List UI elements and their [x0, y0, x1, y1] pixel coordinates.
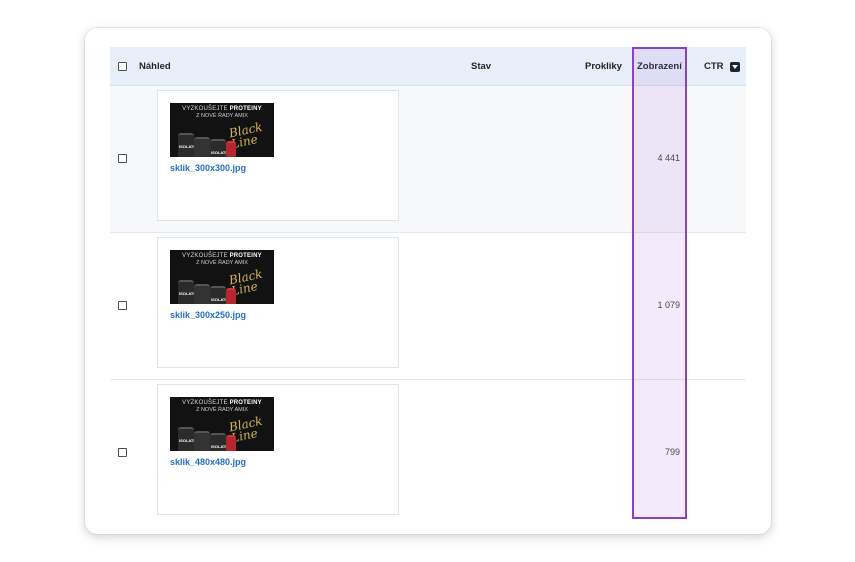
product-tub-image: ISOLATE: [178, 427, 196, 451]
product-tub-image: ISOLATE: [210, 139, 228, 157]
creative-filename-link[interactable]: sklik_480x480.jpg: [170, 457, 246, 467]
impressions-value: 1 079: [657, 300, 680, 310]
banner-line1-prefix: VYZKOUŠEJTE: [182, 106, 228, 112]
impressions-value: 799: [664, 447, 680, 457]
banner-line1-prefix: VYZKOUŠEJTE: [182, 253, 228, 259]
caret-down-square-icon[interactable]: [730, 62, 740, 72]
banner-thumbnail[interactable]: VYZKOUŠEJTE PROTEINY Z NOVÉ ŘADY AMIX Bl…: [170, 250, 274, 304]
product-tub-image: ISOLATE: [178, 133, 196, 157]
product-tub-image: ISOLATE: [210, 286, 228, 304]
table-header: Náhled Stav Prokliky Zobrazení CTR: [110, 47, 746, 86]
product-shaker-image: [226, 288, 236, 304]
table-row: VYZKOUŠEJTE PROTEINY Z NOVÉ ŘADY AMIX Bl…: [110, 86, 746, 233]
banner-line1-bold: PROTEINY: [229, 253, 262, 259]
column-header-clicks[interactable]: Prokliky: [585, 47, 622, 86]
column-header-ctr[interactable]: CTR: [704, 47, 724, 86]
banner-thumbnail[interactable]: VYZKOUŠEJTE PROTEINY Z NOVÉ ŘADY AMIX Bl…: [170, 397, 274, 451]
banner-line2: Z NOVÉ ŘADY AMIX: [196, 113, 248, 119]
select-all-checkbox[interactable]: [118, 62, 127, 71]
column-header-preview[interactable]: Náhled: [139, 47, 171, 86]
product-tub-image: ISOLATE: [210, 433, 228, 451]
product-shaker-image: [226, 435, 236, 451]
banner-line1-prefix: VYZKOUŠEJTE: [182, 400, 228, 406]
row-checkbox[interactable]: [118, 154, 127, 163]
banner-line2: Z NOVÉ ŘADY AMIX: [196, 260, 248, 266]
row-checkbox[interactable]: [118, 301, 127, 310]
creative-preview: VYZKOUŠEJTE PROTEINY Z NOVÉ ŘADY AMIX Bl…: [157, 237, 399, 368]
product-tub-image: ISOLATE: [178, 280, 196, 304]
product-shaker-image: [226, 141, 236, 157]
product-tub-image: [194, 137, 210, 157]
report-card: Náhled Stav Prokliky Zobrazení CTR VYZKO…: [85, 28, 771, 534]
column-header-status[interactable]: Stav: [471, 47, 491, 86]
impressions-value: 4 441: [657, 153, 680, 163]
banner-line1-bold: PROTEINY: [229, 106, 262, 112]
banner-thumbnail[interactable]: VYZKOUŠEJTE PROTEINY Z NOVÉ ŘADY AMIX Bl…: [170, 103, 274, 157]
table-row: VYZKOUŠEJTE PROTEINY Z NOVÉ ŘADY AMIX Bl…: [110, 380, 746, 527]
creative-preview: VYZKOUŠEJTE PROTEINY Z NOVÉ ŘADY AMIX Bl…: [157, 90, 399, 221]
column-header-impressions[interactable]: Zobrazení: [637, 47, 682, 86]
product-tub-image: [194, 431, 210, 451]
banner-line1-bold: PROTEINY: [229, 400, 262, 406]
banner-line2: Z NOVÉ ŘADY AMIX: [196, 407, 248, 413]
row-checkbox[interactable]: [118, 448, 127, 457]
creative-filename-link[interactable]: sklik_300x300.jpg: [170, 163, 246, 173]
table-row: VYZKOUŠEJTE PROTEINY Z NOVÉ ŘADY AMIX Bl…: [110, 233, 746, 380]
creative-preview: VYZKOUŠEJTE PROTEINY Z NOVÉ ŘADY AMIX Bl…: [157, 384, 399, 515]
creative-filename-link[interactable]: sklik_300x250.jpg: [170, 310, 246, 320]
product-tub-image: [194, 284, 210, 304]
